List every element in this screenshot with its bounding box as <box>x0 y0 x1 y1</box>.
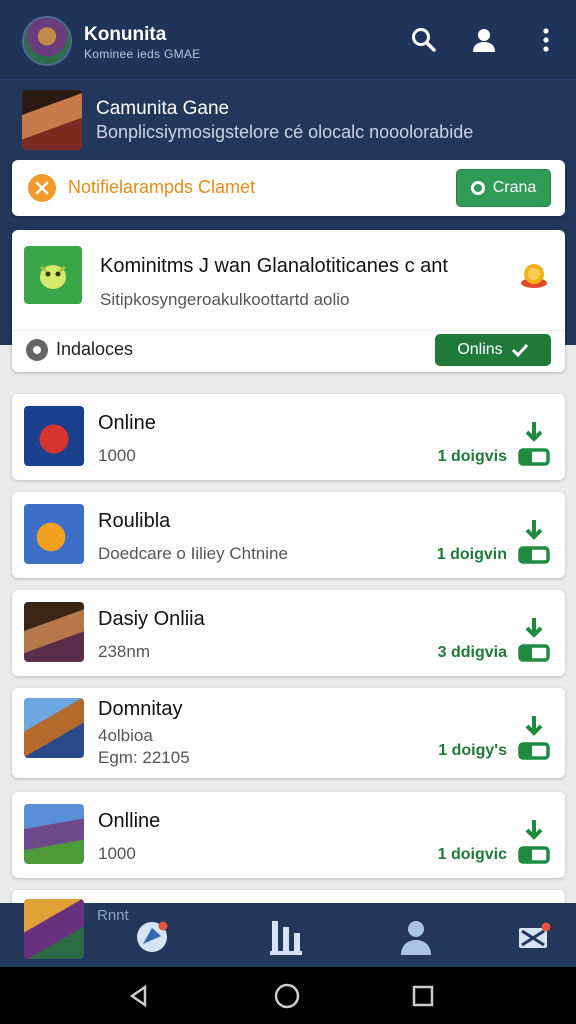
app-title: Konunita <box>84 24 167 45</box>
mail-icon[interactable] <box>510 913 558 961</box>
nav-peek-label: Rnnt <box>97 907 129 924</box>
featured-button-label: Onlins <box>457 341 503 358</box>
system-navigation-bar <box>0 967 576 1024</box>
home-icon[interactable] <box>272 981 302 1011</box>
more-vert-icon[interactable] <box>530 24 562 56</box>
notification-bar: Notifielarampds Clamet Crana <box>12 160 565 216</box>
item-title: Dasiy Onliia <box>98 608 205 630</box>
record-icon <box>470 181 485 195</box>
item-thumbnail <box>24 406 84 466</box>
featured-subtitle: Sitipkosyngeroakulkoottartd aolio <box>100 290 350 309</box>
coin-icon <box>517 258 551 292</box>
download-icon[interactable] <box>517 818 551 866</box>
featured-online-button[interactable]: Onlins <box>435 334 551 366</box>
item-subtitle: 1000 <box>98 844 136 863</box>
list-item[interactable]: Roulibla Doedcare o Iiliey Chtnine 1 doi… <box>12 492 565 578</box>
list-item[interactable]: Online 1000 1 doigvis <box>12 394 565 480</box>
refresh-icon <box>26 339 48 361</box>
notification-action-button[interactable]: Crana <box>456 169 551 207</box>
leaderboard-icon[interactable] <box>262 913 310 961</box>
item-title: Onlline <box>98 810 161 832</box>
account-icon[interactable] <box>468 24 500 56</box>
game-title: Camunita Gane <box>96 98 230 119</box>
app-logo <box>22 16 72 66</box>
download-icon[interactable] <box>517 616 551 664</box>
item-status: 3 ddigvia <box>437 644 507 661</box>
item-thumbnail <box>24 804 84 864</box>
app-bar: Konunita Kominee ieds GMAE <box>0 0 576 80</box>
item-title: Online <box>98 412 156 434</box>
nav-game-thumbnail[interactable] <box>24 899 84 959</box>
item-status: 1 doigvic <box>437 846 507 863</box>
explore-icon[interactable] <box>128 913 176 961</box>
divider <box>12 330 565 331</box>
check-icon <box>511 343 528 358</box>
app-subtitle: Kominee ieds GMAE <box>84 47 201 61</box>
game-header: Camunita Gane Bonplicsiymosigstelore cé … <box>0 82 576 158</box>
featured-card[interactable]: Kominitms J wan Glanalotiticanes c ant S… <box>12 230 565 372</box>
download-icon[interactable] <box>517 420 551 468</box>
profile-icon[interactable] <box>392 913 440 961</box>
game-thumbnail[interactable] <box>22 90 82 150</box>
notification-button-label: Crana <box>492 179 537 196</box>
item-title: Domnitay <box>98 698 183 720</box>
item-status: 1 doigvis <box>437 448 507 465</box>
notification-text: Notifielarampds Clamet <box>68 177 256 197</box>
game-description: Bonplicsiymosigstelore cé olocalc nooolo… <box>96 122 474 142</box>
item-status: 1 doigvin <box>436 546 507 563</box>
featured-app-icon <box>24 246 82 304</box>
item-status: 1 doigy's <box>438 742 507 759</box>
download-icon[interactable] <box>517 714 551 762</box>
featured-label: Indaloces <box>56 339 134 359</box>
item-subtitle: 1000 <box>98 446 136 465</box>
notification-icon <box>28 174 56 202</box>
back-icon[interactable] <box>124 981 154 1011</box>
list-item[interactable]: Domnitay 4olbioa Egm: 22105 1 doigy's <box>12 688 565 778</box>
recents-icon[interactable] <box>408 981 438 1011</box>
item-subtitle: 4olbioa <box>98 726 153 745</box>
bottom-navigation: Rnnt <box>0 899 576 967</box>
list-item[interactable]: Dasiy Onliia 238nm 3 ddigvia <box>12 590 565 676</box>
item-subtitle: Doedcare o Iiliey Chtnine <box>98 544 288 563</box>
download-icon[interactable] <box>517 518 551 566</box>
item-thumbnail <box>24 504 84 564</box>
search-icon[interactable] <box>408 24 440 56</box>
item-thumbnail <box>24 698 84 758</box>
item-title: Roulibla <box>98 510 171 532</box>
featured-title: Kominitms J wan Glanalotiticanes c ant <box>100 255 448 277</box>
item-thumbnail <box>24 602 84 662</box>
item-subtitle-secondary: Egm: 22105 <box>98 748 190 767</box>
item-subtitle: 238nm <box>98 642 150 661</box>
list-item[interactable]: Onlline 1000 1 doigvic <box>12 792 565 878</box>
